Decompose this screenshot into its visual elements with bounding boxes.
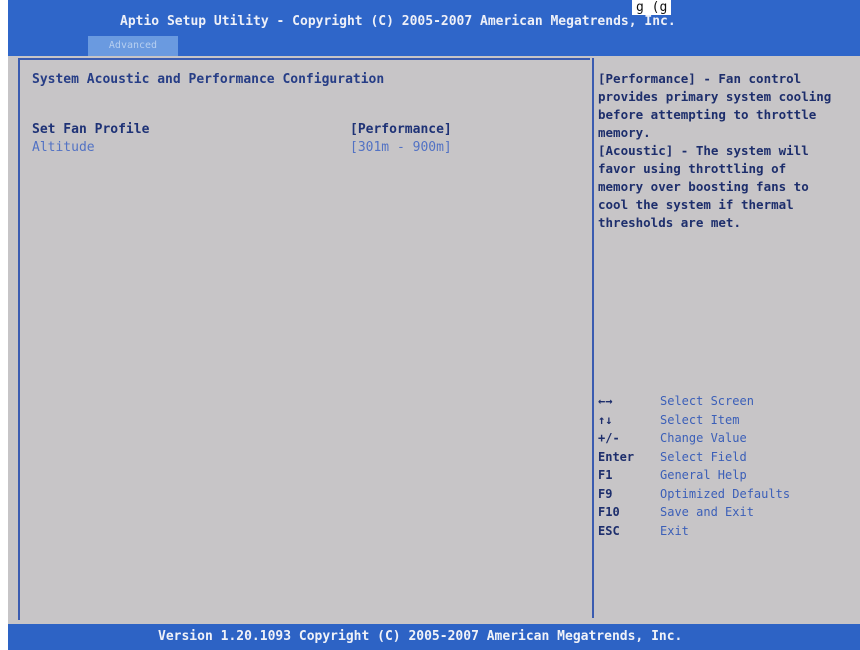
key-row: ←→ Select Screen [598, 392, 848, 411]
key-arrows-lr: ←→ [598, 394, 613, 408]
setting-label: Altitude [32, 140, 95, 155]
key-f9: F9 [598, 486, 613, 501]
bios-screen: Aptio Setup Utility - Copyright (C) 2005… [8, 0, 860, 650]
key-desc: Save and Exit [660, 505, 754, 519]
footer-bar: Version 1.20.1093 Copyright (C) 2005-200… [8, 624, 860, 650]
section-title: System Acoustic and Performance Configur… [32, 72, 385, 87]
main-panel: System Acoustic and Performance Configur… [18, 58, 590, 620]
setting-value[interactable]: [Performance] [350, 122, 452, 137]
key-desc: Optimized Defaults [660, 486, 791, 501]
key-row: Enter Select Field [598, 448, 848, 467]
setting-label: Set Fan Profile [32, 122, 150, 137]
footer-version: Version 1.20.1093 Copyright (C) 2005-200… [158, 629, 683, 644]
key-row: ESC Exit [598, 522, 848, 541]
key-plus-minus: +/- [598, 431, 620, 445]
key-desc: Select Field [660, 449, 747, 464]
setting-set-fan-profile[interactable]: Set Fan Profile [Performance] [32, 122, 572, 140]
key-f1: F1 [598, 468, 613, 482]
key-desc: Select Item [660, 412, 740, 427]
setting-altitude[interactable]: Altitude [301m - 900m] [32, 140, 572, 158]
key-desc: Select Screen [660, 394, 754, 408]
header-title: Aptio Setup Utility - Copyright (C) 2005… [120, 14, 676, 29]
tab-advanced[interactable]: Advanced [88, 36, 178, 56]
key-f10: F10 [598, 505, 620, 519]
key-enter: Enter [598, 449, 635, 464]
key-legend: ←→ Select Screen ↑↓ Select Item +/- Change … [598, 392, 848, 540]
setting-value[interactable]: [301m - 900m] [350, 140, 452, 155]
key-arrows-ud: ↑↓ [598, 412, 613, 427]
key-desc: Change Value [660, 431, 747, 445]
overlay-text: g (g [632, 0, 672, 15]
key-row: ↑↓ Select Item [598, 411, 848, 430]
key-esc: ESC [598, 523, 620, 538]
key-row: F10 Save and Exit [598, 503, 848, 522]
header-bar: Aptio Setup Utility - Copyright (C) 2005… [8, 0, 860, 56]
help-text: [Performance] - Fan control provides pri… [598, 71, 832, 230]
key-row: +/- Change Value [598, 429, 848, 448]
panel-divider [592, 58, 594, 618]
key-row: F9 Optimized Defaults [598, 485, 848, 504]
key-desc: Exit [660, 523, 689, 538]
key-desc: General Help [660, 468, 747, 482]
key-row: F1 General Help [598, 466, 848, 485]
